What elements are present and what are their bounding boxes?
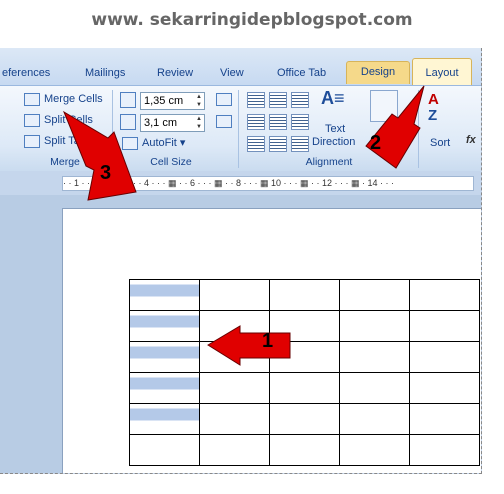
align-bottom-right-icon[interactable]	[291, 136, 309, 152]
table-cell[interactable]	[129, 310, 200, 342]
align-center-right-icon[interactable]	[291, 114, 309, 130]
text-direction-icon: A≡	[321, 88, 345, 108]
table-cell[interactable]	[339, 372, 410, 404]
callout-arrow-2	[365, 85, 425, 169]
tab-view[interactable]: View	[220, 63, 244, 83]
table-cell[interactable]	[129, 341, 200, 373]
table-cell[interactable]	[409, 434, 480, 466]
callout-number-2: 2	[370, 132, 382, 154]
distribute-columns-icon[interactable]	[216, 115, 232, 128]
table-cell[interactable]	[269, 279, 340, 311]
ribbon-tabs: eferences Mailings Review View Office Ta…	[0, 48, 481, 87]
tab-references[interactable]: eferences	[2, 63, 50, 83]
callout-number-3: 3	[100, 162, 112, 184]
table-cell[interactable]	[339, 310, 410, 342]
table-cell[interactable]	[409, 372, 480, 404]
table-row[interactable]	[129, 341, 480, 373]
group-separator	[238, 90, 239, 168]
distribute-rows-icon[interactable]	[216, 93, 232, 106]
tab-layout[interactable]: Layout	[412, 58, 472, 87]
align-center-left-icon[interactable]	[247, 114, 265, 130]
sort-icon: AZ	[428, 91, 439, 124]
table-row[interactable]	[129, 279, 480, 311]
tab-office-tab[interactable]: Office Tab	[277, 63, 326, 83]
merge-cells-label: Merge Cells	[44, 93, 103, 105]
table-cell[interactable]	[199, 372, 270, 404]
merge-cells-button[interactable]: Merge Cells	[24, 90, 103, 108]
table-row[interactable]	[129, 434, 480, 466]
align-top-center-icon[interactable]	[269, 92, 287, 108]
table-cell[interactable]	[339, 403, 410, 435]
table-cell[interactable]	[199, 434, 270, 466]
callout-arrow-1	[207, 325, 291, 366]
table-cell[interactable]	[129, 372, 200, 404]
table-cell[interactable]	[269, 403, 340, 435]
table-row[interactable]	[129, 403, 480, 435]
formula-icon[interactable]: fx	[466, 134, 476, 146]
table-cell[interactable]	[409, 341, 480, 373]
align-center-icon[interactable]	[269, 114, 287, 130]
table-cell[interactable]	[409, 403, 480, 435]
table-row[interactable]	[129, 310, 480, 342]
table-cell[interactable]	[129, 279, 200, 311]
align-bottom-center-icon[interactable]	[269, 136, 287, 152]
table-cell[interactable]	[269, 434, 340, 466]
table-cell[interactable]	[339, 341, 410, 373]
merge-cells-icon	[24, 92, 40, 106]
table-cell[interactable]	[269, 372, 340, 404]
split-cells-icon	[24, 113, 40, 127]
align-top-left-icon[interactable]	[247, 92, 265, 108]
align-bottom-left-icon[interactable]	[247, 136, 265, 152]
callout-number-1: 1	[262, 330, 274, 352]
table-row[interactable]	[129, 372, 480, 404]
text-direction-line2[interactable]: Direction	[312, 133, 355, 151]
chevron-down-icon: ▾	[176, 137, 186, 149]
watermark: www. sekarringidepblogspot.com	[91, 10, 413, 30]
sort-button[interactable]: Sort	[430, 134, 450, 152]
table-cell[interactable]	[129, 403, 200, 435]
row-height-input[interactable]: 1,35 cm	[140, 92, 205, 110]
tab-design[interactable]: Design	[346, 61, 410, 84]
tab-mailings[interactable]: Mailings	[85, 63, 125, 83]
table-cell[interactable]	[409, 279, 480, 311]
table-cell[interactable]	[339, 434, 410, 466]
tab-review[interactable]: Review	[157, 63, 193, 83]
table-cell[interactable]	[199, 279, 270, 311]
column-width-input[interactable]: 3,1 cm	[140, 114, 205, 132]
callout-arrow-3	[62, 110, 137, 201]
table-cell[interactable]	[339, 279, 410, 311]
document-table[interactable]	[129, 279, 480, 466]
table-cell[interactable]	[129, 434, 200, 466]
table-cell[interactable]	[409, 310, 480, 342]
row-height-icon	[120, 92, 136, 108]
autofit-label: AutoFit	[142, 137, 177, 149]
split-table-icon	[24, 134, 40, 148]
align-top-right-icon[interactable]	[291, 92, 309, 108]
table-cell[interactable]	[199, 403, 270, 435]
